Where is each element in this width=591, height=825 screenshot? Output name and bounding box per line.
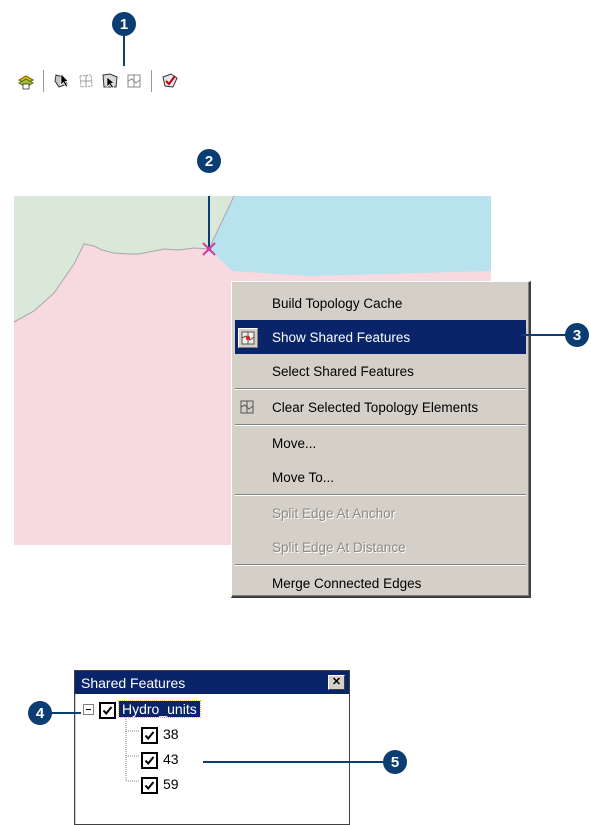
window-title: Shared Features xyxy=(81,674,186,691)
menu-item-label: Clear Selected Topology Elements xyxy=(272,399,479,415)
menu-item-select-shared-features[interactable]: Select Shared Features xyxy=(235,354,526,388)
build-topology-cache-button[interactable] xyxy=(15,70,37,92)
menu-item-split-edge-at-anchor: Split Edge At Anchor xyxy=(235,496,526,530)
checkmark-icon xyxy=(144,756,155,766)
topology-element-icon xyxy=(79,74,93,88)
checkbox-38[interactable] xyxy=(141,727,158,744)
menu-item-label: Select Shared Features xyxy=(272,363,414,379)
checkmark-icon xyxy=(144,781,155,791)
shared-features-titlebar[interactable]: Shared Features ✕ xyxy=(75,671,349,694)
menu-item-merge-connected-edges[interactable]: Merge Connected Edges xyxy=(235,566,526,600)
validate-topology-icon xyxy=(162,73,178,88)
menu-item-clear-selected-topology-elements[interactable]: Clear Selected Topology Elements xyxy=(235,390,526,424)
menu-item-move-to[interactable]: Move To... xyxy=(235,460,526,494)
callout-4-leader xyxy=(51,712,81,714)
callout-3: 3 xyxy=(565,323,589,347)
context-menu: Build Topology Cache Show Shared Feature… xyxy=(231,281,531,598)
show-shared-features-button[interactable] xyxy=(99,70,121,92)
callout-4: 4 xyxy=(28,701,52,725)
checkbox-hydro-units[interactable] xyxy=(99,702,116,719)
topology-edit-tool-icon xyxy=(54,73,69,88)
topology-element-button[interactable] xyxy=(75,70,97,92)
checkmark-icon xyxy=(102,706,113,716)
clear-selected-elements-icon xyxy=(127,74,141,88)
tree-item-43[interactable]: 43 xyxy=(163,751,179,767)
tree-collapse-toggle[interactable] xyxy=(83,704,94,715)
toolbar-separator xyxy=(43,70,47,92)
tree-item-59[interactable]: 59 xyxy=(163,776,179,792)
close-icon: ✕ xyxy=(331,676,342,688)
menu-item-split-edge-at-distance: Split Edge At Distance xyxy=(235,530,526,564)
minus-icon xyxy=(86,709,91,710)
tree-lines xyxy=(125,715,140,782)
callout-2: 2 xyxy=(197,149,221,173)
tree-item-38[interactable]: 38 xyxy=(163,726,179,742)
build-topology-cache-icon xyxy=(17,75,35,90)
toolbar-separator xyxy=(151,70,155,92)
topology-toolbar xyxy=(15,65,183,97)
clear-selected-elements-button[interactable] xyxy=(123,70,145,92)
callout-1: 1 xyxy=(112,12,136,36)
validate-topology-button[interactable] xyxy=(159,70,181,92)
menu-item-label: Merge Connected Edges xyxy=(272,575,422,591)
show-shared-features-icon xyxy=(102,73,118,89)
blue-polygon xyxy=(209,196,491,276)
menu-item-label: Move To... xyxy=(272,469,335,485)
menu-item-move[interactable]: Move... xyxy=(235,426,526,460)
callout-5: 5 xyxy=(383,750,407,774)
menu-item-label: Split Edge At Distance xyxy=(272,539,406,555)
checkbox-59[interactable] xyxy=(141,777,158,794)
menu-item-show-shared-features[interactable]: Show Shared Features xyxy=(235,320,526,354)
shared-features-window: Shared Features ✕ Hydro_units 38 43 59 xyxy=(74,670,350,825)
clear-selected-elements-icon xyxy=(238,398,256,416)
topology-edit-tool-button[interactable] xyxy=(51,70,73,92)
menu-item-label: Move... xyxy=(272,435,317,451)
menu-item-build-topology-cache[interactable]: Build Topology Cache xyxy=(235,286,526,320)
tree-item-hydro-units[interactable]: Hydro_units xyxy=(118,700,201,718)
show-shared-features-icon xyxy=(238,328,258,348)
callout-5-leader xyxy=(203,761,383,763)
callout-3-leader xyxy=(521,334,566,336)
menu-item-label: Build Topology Cache xyxy=(272,295,403,311)
close-button[interactable]: ✕ xyxy=(328,675,345,690)
callout-1-leader xyxy=(123,36,125,66)
checkmark-icon xyxy=(144,731,155,741)
menu-item-label: Show Shared Features xyxy=(272,329,411,345)
menu-item-label: Split Edge At Anchor xyxy=(272,505,396,521)
checkbox-43[interactable] xyxy=(141,752,158,769)
